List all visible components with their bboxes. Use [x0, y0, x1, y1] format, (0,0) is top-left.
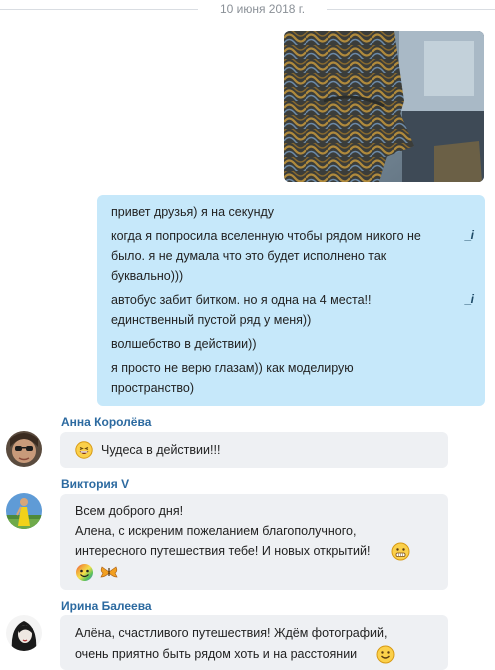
sender-name[interactable]: Анна Королёва	[61, 415, 151, 429]
message-text: было. я не думала что это будет исполнен…	[111, 249, 387, 263]
rainbow-face-emoji-icon	[75, 563, 94, 585]
divider-line-right	[327, 9, 495, 10]
divider-line-left	[0, 9, 198, 10]
message-text: Алена, с искреним пожеланием благополучн…	[75, 524, 357, 538]
sender-name[interactable]: Ирина Балеева	[61, 599, 152, 613]
avatar[interactable]	[6, 431, 42, 467]
yum-emoji-icon	[391, 542, 410, 564]
shared-photo[interactable]	[284, 31, 484, 182]
message-text: единственный пустой ряд у меня))	[111, 313, 312, 327]
edited-mark-icon[interactable]: _i	[465, 228, 474, 242]
avatar[interactable]	[6, 615, 42, 651]
message-text: Всем доброго дня!	[75, 504, 184, 518]
message-text: когда я попросила вселенную чтобы рядом …	[111, 229, 421, 243]
edited-mark-icon[interactable]: _i	[465, 292, 474, 306]
message-text: буквально)))	[111, 269, 184, 283]
message-text: интересного путешествия тебе! И новых от…	[75, 544, 371, 558]
message-text: Алёна, счастливого путешествия! Ждём фот…	[75, 626, 388, 640]
message-text: автобус забит битком. но я одна на 4 мес…	[111, 293, 372, 307]
laughing-emoji-icon	[75, 441, 93, 462]
butterfly-emoji-icon	[100, 565, 118, 582]
message-text: пространство)	[111, 381, 195, 395]
avatar-photo	[6, 615, 42, 651]
incoming-message-bubble[interactable]: Алёна, счастливого путешествия! Ждём фот…	[60, 615, 448, 670]
message-text: волшебство в действии))	[111, 337, 257, 351]
incoming-message-bubble[interactable]: Чудеса в действии!!!	[60, 432, 448, 468]
incoming-message-bubble[interactable]: Всем доброго дня! Алена, с искреним поже…	[60, 494, 448, 590]
avatar-photo	[6, 493, 42, 529]
date-divider: 10 июня 2018 г.	[0, 0, 495, 18]
bus-seats-image	[284, 31, 484, 182]
date-label: 10 июня 2018 г.	[219, 2, 306, 16]
message-text: очень приятно быть рядом хоть и на расст…	[75, 647, 358, 661]
avatar-photo	[6, 431, 42, 467]
outgoing-message-bubble[interactable]: привет друзья) я на секунду когда я попр…	[97, 195, 485, 406]
sender-name[interactable]: Виктория V	[61, 477, 129, 491]
message-text: Чудеса в действии!!!	[101, 443, 221, 457]
message-text: привет друзья) я на секунду	[111, 205, 275, 219]
message-text: я просто не верю глазам)) как моделирую	[111, 361, 354, 375]
smile-emoji-icon	[376, 645, 395, 667]
avatar[interactable]	[6, 493, 42, 529]
